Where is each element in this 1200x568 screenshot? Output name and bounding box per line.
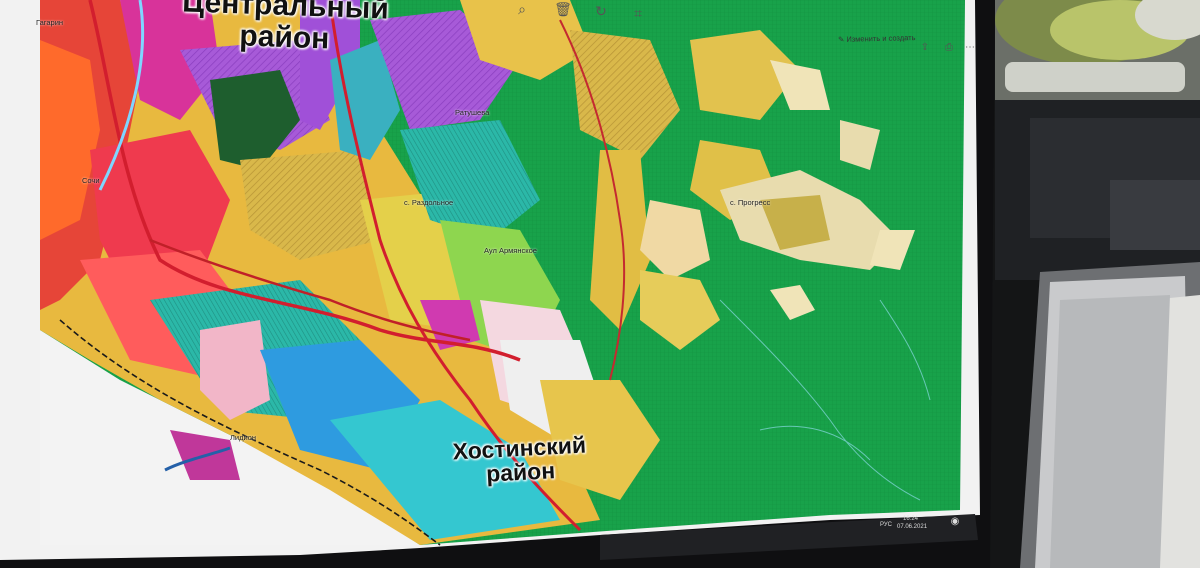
district-label-central: Центральный район [179, 0, 391, 57]
more-icon[interactable]: ⋯ [959, 36, 981, 58]
share-icon[interactable]: ⇪ [914, 36, 936, 58]
district-label-khosta: Хостинский район [429, 431, 611, 489]
taskbar-date[interactable]: 07.06.2021 [897, 524, 927, 530]
place-progress: с. Прогресс [730, 198, 771, 207]
delete-icon[interactable]: 🗑 [552, 0, 574, 20]
zoom-icon[interactable]: ⌕ [511, 0, 533, 20]
place-ratusheva: Ратушева [455, 108, 490, 117]
place-sochi: Сочи [82, 176, 100, 185]
print-icon[interactable]: ⎙ [938, 36, 960, 58]
notification-icon[interactable]: ◉ [948, 514, 962, 528]
crop-icon[interactable]: ⌗ [627, 2, 649, 24]
monitor: ⌕ 🗑 ↻ ⌗ ✎ Изменить и создать ⇪ ⎙ ⋯ Центр… [0, 0, 1000, 568]
taskbar-time[interactable]: 16:24 [903, 516, 918, 522]
place-armianskoe: Аул Армянское [484, 246, 537, 255]
rotate-icon[interactable]: ↻ [590, 0, 612, 22]
place-razdolnoe: с. Раздольное [404, 198, 454, 207]
place-gagarin: Гагарин [36, 18, 64, 27]
taskbar-lang[interactable]: РУС [880, 522, 892, 528]
place-station: Лидион [230, 433, 256, 442]
